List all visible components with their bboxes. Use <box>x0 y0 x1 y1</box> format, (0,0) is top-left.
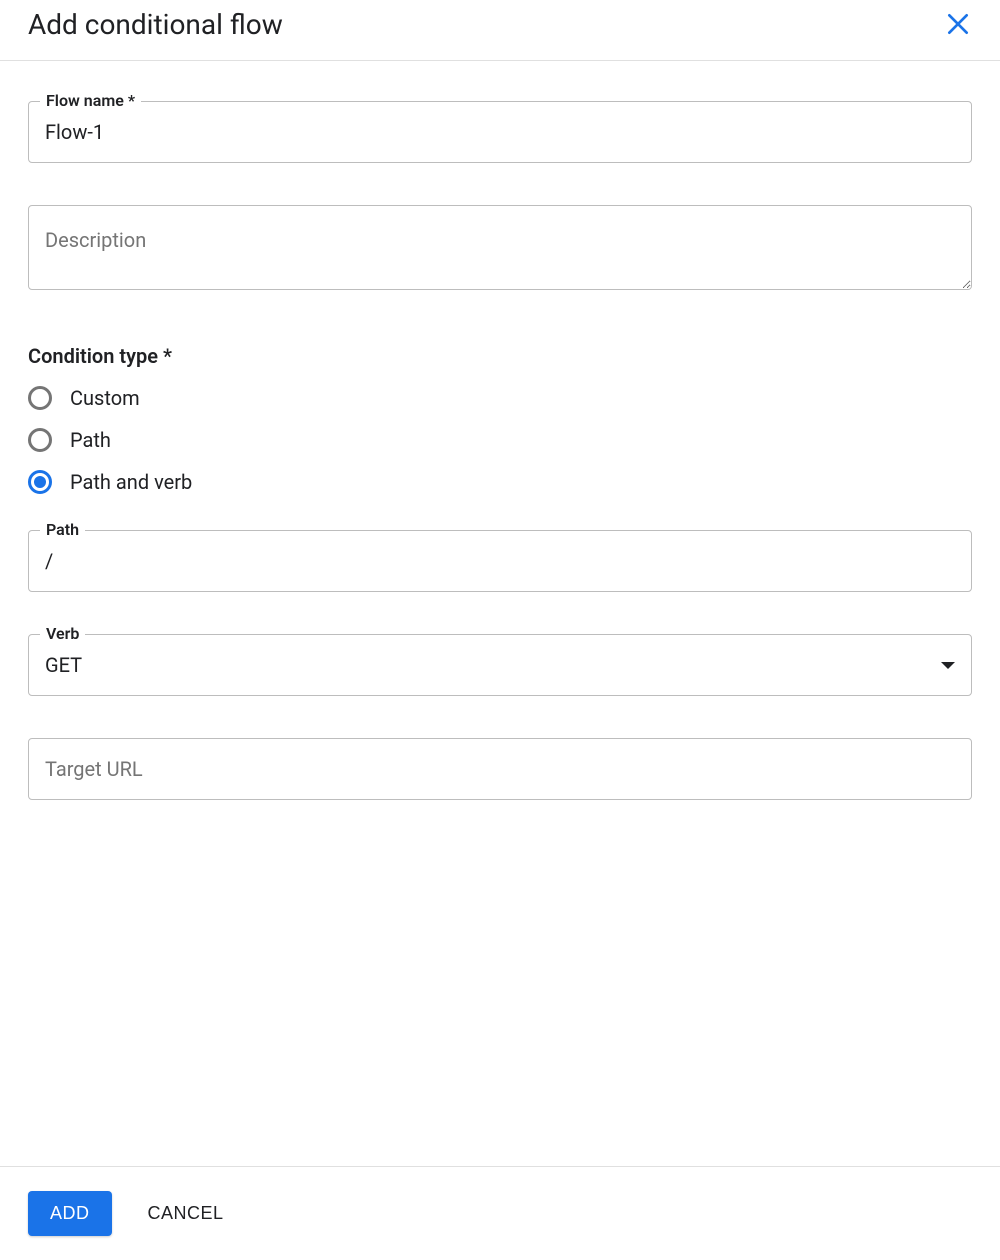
description-field <box>28 205 972 294</box>
radio-icon <box>28 428 52 452</box>
dialog-header: Add conditional flow <box>0 0 1000 61</box>
verb-select[interactable]: GET <box>28 634 972 696</box>
dialog-footer: ADD CANCEL <box>0 1166 1000 1260</box>
radio-option-custom[interactable]: Custom <box>28 386 972 410</box>
dialog-body: Flow name * Condition type * Custom Path… <box>0 61 1000 1166</box>
close-icon <box>945 11 971 37</box>
add-button[interactable]: ADD <box>28 1191 112 1236</box>
target-url-input[interactable] <box>28 738 972 800</box>
cancel-button[interactable]: CANCEL <box>148 1203 224 1224</box>
verb-label: Verb <box>40 624 85 643</box>
condition-type-label: Condition type * <box>28 344 972 368</box>
radio-icon-selected <box>28 470 52 494</box>
radio-option-path[interactable]: Path <box>28 428 972 452</box>
flow-name-input[interactable] <box>28 101 972 163</box>
target-url-field <box>28 738 972 800</box>
flow-name-field: Flow name * <box>28 101 972 163</box>
radio-option-path-and-verb[interactable]: Path and verb <box>28 470 972 494</box>
verb-value: GET <box>45 653 82 677</box>
chevron-down-icon <box>941 662 955 669</box>
radio-label-path: Path <box>70 428 111 452</box>
description-input[interactable] <box>28 205 972 290</box>
close-button[interactable] <box>940 6 976 42</box>
path-input[interactable] <box>28 530 972 592</box>
path-field: Path <box>28 530 972 592</box>
condition-type-radio-group: Custom Path Path and verb <box>28 386 972 494</box>
verb-field: Verb GET <box>28 634 972 696</box>
dialog-title: Add conditional flow <box>28 8 283 41</box>
flow-name-label: Flow name * <box>40 91 141 110</box>
radio-label-custom: Custom <box>70 386 140 410</box>
radio-label-path-and-verb: Path and verb <box>70 470 192 494</box>
path-label: Path <box>40 520 85 539</box>
radio-icon <box>28 386 52 410</box>
